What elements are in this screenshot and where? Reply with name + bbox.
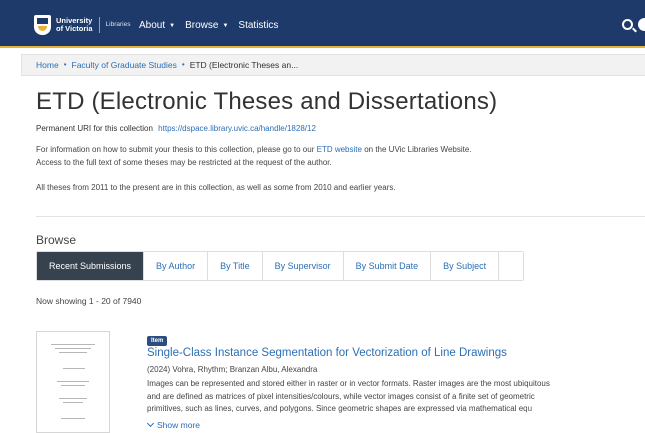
chevron-down-icon: ▼ xyxy=(222,22,229,29)
tab-by-supervisor[interactable]: By Supervisor xyxy=(262,252,344,280)
browse-tabs: Recent Submissions By Author By Title By… xyxy=(36,251,525,281)
nav-statistics-label: Statistics xyxy=(238,20,279,31)
chevron-down-icon: ▼ xyxy=(169,22,176,29)
show-more-label: Show more xyxy=(157,420,200,430)
breadcrumb-home[interactable]: Home xyxy=(36,60,59,70)
submission-info: For information on how to submit your th… xyxy=(36,145,472,154)
breadcrumb-separator-icon: • xyxy=(63,60,67,69)
section-divider xyxy=(36,216,645,217)
permanent-uri-link[interactable]: https://dspace.library.uvic.ca/handle/18… xyxy=(158,124,316,133)
tab-by-subject[interactable]: By Subject xyxy=(431,252,500,280)
show-more-button[interactable]: Show more xyxy=(146,419,200,430)
tab-by-author[interactable]: By Author xyxy=(144,252,209,280)
breadcrumb-faculty[interactable]: Faculty of Graduate Studies xyxy=(72,60,177,70)
tab-by-title[interactable]: By Title xyxy=(208,252,263,280)
logo-wordmark: University of Victoria xyxy=(56,17,93,33)
tab-recent-submissions[interactable]: Recent Submissions xyxy=(37,252,145,280)
main-nav: About ▼ Browse ▼ Statistics xyxy=(139,20,288,31)
abstract-line: Images can be represented and stored eit… xyxy=(147,379,550,388)
breadcrumb-separator-icon: • xyxy=(181,60,185,69)
submission-info-prefix: For information on how to submit your th… xyxy=(36,145,315,154)
top-navigation-bar: University of Victoria Libraries About ▼… xyxy=(0,0,645,48)
access-note: Access to the full text of some theses m… xyxy=(36,158,332,167)
item-thumbnail[interactable] xyxy=(36,331,110,433)
breadcrumb: Home • Faculty of Graduate Studies • ETD… xyxy=(36,60,298,70)
item-meta: (2024) Vohra, Rhythm; Branzan Albu, Alex… xyxy=(147,365,318,374)
user-icon[interactable] xyxy=(638,18,645,31)
browse-heading: Browse xyxy=(36,233,77,247)
nav-browse-label: Browse xyxy=(185,20,219,31)
breadcrumb-current: ETD (Electronic Theses an... xyxy=(189,60,299,70)
nav-about[interactable]: About ▼ xyxy=(139,20,175,31)
chevron-down-icon xyxy=(146,419,155,428)
tab-empty-slot xyxy=(499,252,524,280)
item-title-link[interactable]: Single-Class Instance Segmentation for V… xyxy=(147,347,507,359)
logo-libraries-label: Libraries xyxy=(98,17,130,33)
logo-line-2: of Victoria xyxy=(56,24,93,33)
abstract-fade xyxy=(520,400,645,413)
breadcrumb-bar: Home • Faculty of Graduate Studies • ETD… xyxy=(21,54,645,76)
etd-website-link[interactable]: ETD website xyxy=(317,145,362,154)
page-title: ETD (Electronic Theses and Dissertations… xyxy=(36,88,498,115)
permanent-uri: Permanent URI for this collection https:… xyxy=(36,124,316,133)
item-type-badge: Item xyxy=(147,336,168,346)
scope-note: All theses from 2011 to the present are … xyxy=(36,183,396,192)
uvic-libraries-logo[interactable]: University of Victoria Libraries xyxy=(34,15,130,35)
results-count: Now showing 1 - 20 of 7940 xyxy=(36,296,142,306)
nav-browse[interactable]: Browse ▼ xyxy=(185,20,228,31)
permanent-uri-label: Permanent URI for this collection xyxy=(36,124,153,133)
shield-icon xyxy=(34,15,51,35)
tab-by-submit-date[interactable]: By Submit Date xyxy=(343,252,432,280)
submission-info-suffix: on the UVic Libraries Website. xyxy=(364,145,472,154)
nav-statistics[interactable]: Statistics xyxy=(238,20,278,31)
search-icon[interactable] xyxy=(622,19,633,30)
nav-about-label: About xyxy=(139,20,166,31)
